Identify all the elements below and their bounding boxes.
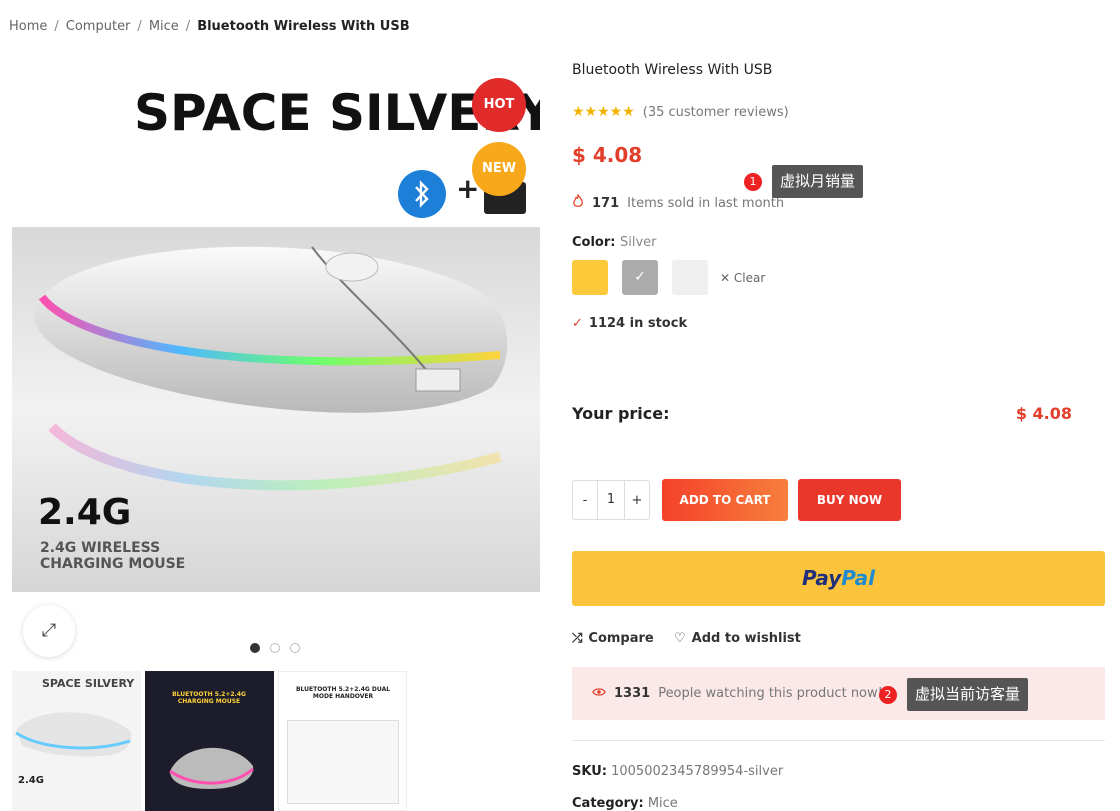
buy-now-button[interactable]: BUY NOW (798, 479, 901, 521)
items-sold-text: Items sold in last month (627, 195, 785, 211)
your-price-label: Your price: (572, 404, 670, 423)
quantity-decrease-button[interactable]: - (573, 493, 597, 508)
compare-link[interactable]: ⤮ Compare (572, 631, 654, 646)
expand-icon[interactable]: ⤢ (23, 605, 75, 657)
shuffle-icon: ⤮ (572, 631, 583, 646)
color-swatches: ✓ ✕ Clear (572, 260, 765, 295)
items-sold-row: 171 Items sold in last month (572, 192, 785, 212)
close-icon: ✕ (720, 270, 731, 285)
thumbnail-2[interactable]: BLUETOOTH 5.2+2.4G CHARGING MOUSE (145, 671, 274, 811)
swatch-gold[interactable] (572, 260, 608, 295)
product-title: Bluetooth Wireless With USB (572, 62, 773, 78)
thumbnail-3[interactable]: BLUETOOTH 5.2+2.4G DUAL MODE HANDOVER (278, 671, 407, 811)
add-to-cart-button[interactable]: ADD TO CART (662, 479, 788, 521)
stock-status: ✓ 1124 in stock (572, 316, 687, 331)
color-label: Color: Silver (572, 235, 657, 250)
color-selected-value: Silver (620, 235, 657, 250)
watching-text: People watching this product now! (658, 686, 883, 701)
carousel-dot-2[interactable] (270, 643, 280, 653)
paypal-button[interactable]: PayPal (572, 551, 1105, 606)
sku-value: 1005002345789954-silver (611, 764, 784, 779)
items-sold-count: 171 (592, 195, 620, 211)
rating-row: ★★★★★ (35 customer reviews) (572, 104, 789, 120)
paypal-logo-part1: Pay (801, 566, 842, 590)
mouse-photo (12, 227, 540, 592)
bluetooth-icon (398, 170, 446, 218)
sku-label: SKU: (572, 764, 607, 779)
image-big-label: 2.4G (38, 492, 132, 533)
quantity-increase-button[interactable]: + (625, 493, 649, 508)
swatch-silver[interactable]: ✓ (622, 260, 658, 295)
rating-stars: ★★★★★ (572, 104, 635, 120)
breadcrumb: Home / Computer / Mice / Bluetooth Wirel… (9, 19, 410, 34)
color-label-text: Color (572, 235, 611, 250)
category-label: Category: (572, 796, 644, 811)
compare-label: Compare (588, 631, 654, 646)
thumbnail-3-title: BLUETOOTH 5.2+2.4G DUAL MODE HANDOVER (295, 686, 391, 700)
reviews-link[interactable]: (35 customer reviews) (643, 105, 789, 120)
swatch-white[interactable] (672, 260, 708, 295)
watching-count: 1331 (614, 686, 651, 701)
check-icon: ✓ (634, 269, 646, 285)
product-main-image[interactable]: SPACE SILVERY + 2.4G 2.4G WIRELESS CHARG… (12, 62, 540, 592)
your-price-value: $ 4.08 (1015, 404, 1072, 423)
annotation-number-1: 1 (744, 173, 762, 191)
breadcrumb-home[interactable]: Home (9, 19, 47, 34)
hot-badge: HOT (472, 78, 526, 132)
stock-text: 1124 in stock (588, 316, 688, 331)
image-sub-label: 2.4G WIRELESS CHARGING MOUSE (40, 540, 185, 572)
image-sub-line1: 2.4G WIRELESS (40, 540, 161, 556)
breadcrumb-computer[interactable]: Computer (66, 19, 131, 34)
wishlist-link[interactable]: ♡ Add to wishlist (674, 631, 801, 646)
carousel-dots (250, 643, 300, 653)
carousel-dot-3[interactable] (290, 643, 300, 653)
thumbnail-strip: SPACE SILVERY 2.4G BLUETOOTH 5.2+2.4G CH… (12, 671, 407, 811)
thumbnail-1-label: 2.4G (18, 775, 44, 786)
annotation-tooltip-1: 虚拟月销量 (772, 165, 864, 198)
eye-icon (592, 686, 606, 701)
thumbnail-1[interactable]: SPACE SILVERY 2.4G (12, 671, 141, 811)
annotation-number-2: 2 (879, 686, 897, 704)
clear-button[interactable]: ✕ Clear (720, 271, 765, 285)
breadcrumb-separator: / (137, 19, 142, 34)
breadcrumb-current: Bluetooth Wireless With USB (197, 19, 410, 34)
divider (572, 740, 1105, 741)
image-sub-line2: CHARGING MOUSE (40, 556, 186, 572)
heart-icon: ♡ (674, 631, 686, 646)
breadcrumb-mice[interactable]: Mice (149, 19, 179, 34)
checkmark-icon: ✓ (572, 316, 583, 331)
fire-icon (572, 192, 584, 212)
category-link[interactable]: Mice (648, 796, 678, 811)
quantity-stepper: - 1 + (572, 480, 650, 520)
product-price: $ 4.08 (572, 143, 643, 167)
paypal-logo-part2: Pal (841, 566, 876, 590)
clear-label: Clear (733, 270, 766, 285)
thumbnail-3-device-grid (287, 720, 399, 804)
category-row: Category: Mice (572, 796, 678, 811)
breadcrumb-separator: / (185, 19, 191, 34)
breadcrumb-separator: / (54, 19, 59, 34)
wishlist-label: Add to wishlist (691, 631, 801, 646)
quantity-input[interactable]: 1 (597, 481, 625, 519)
carousel-dot-1[interactable] (250, 643, 260, 653)
sku-row: SKU: 1005002345789954-silver (572, 764, 783, 779)
annotation-tooltip-2: 虚拟当前访客量 (907, 678, 1029, 711)
new-badge: NEW (472, 142, 526, 196)
